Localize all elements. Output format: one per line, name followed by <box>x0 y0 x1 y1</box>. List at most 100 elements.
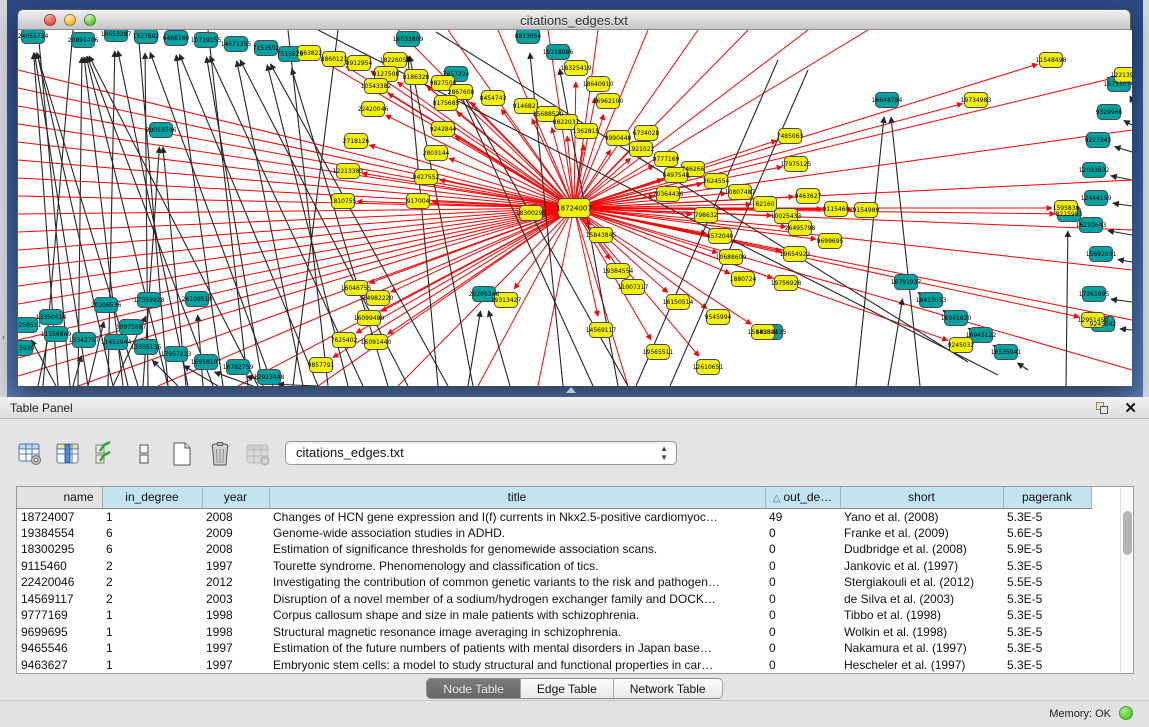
cell[interactable]: 5.3E-5 <box>1003 624 1091 641</box>
table-row[interactable]: 1830029562008Estimation of significance … <box>17 541 1091 558</box>
cell[interactable]: 5.3E-5 <box>1003 558 1091 575</box>
window-titlebar[interactable]: citations_edges.txt <box>18 10 1130 30</box>
cell[interactable]: Yano et al. (2008) <box>840 508 1003 525</box>
cell[interactable]: 0 <box>765 525 840 542</box>
cell[interactable]: 1 <box>102 640 202 657</box>
delete-table-trash-icon[interactable] <box>206 440 234 468</box>
cell[interactable]: Jankovic et al. (1997) <box>840 558 1003 575</box>
table-selector-dropdown[interactable]: citations_edges.txt ▲▼ <box>285 441 677 465</box>
cell[interactable]: 9465546 <box>17 640 102 657</box>
row-height-icon[interactable] <box>130 440 158 468</box>
select-rows-icon[interactable] <box>92 440 120 468</box>
cell[interactable]: Hescheler et al. (1997) <box>840 657 1003 674</box>
cell[interactable]: 2012 <box>202 574 269 591</box>
column-header-out_de[interactable]: △out_de… <box>765 487 840 508</box>
cell[interactable]: 5.6E-5 <box>1003 525 1091 542</box>
tab-network-table[interactable]: Network Table <box>614 678 723 699</box>
cell[interactable]: 1 <box>102 508 202 525</box>
cell[interactable]: 2008 <box>202 508 269 525</box>
cell[interactable]: 1997 <box>202 558 269 575</box>
column-header-year[interactable]: year <box>202 487 269 508</box>
cell[interactable]: 5.5E-5 <box>1003 574 1091 591</box>
table-panel-header[interactable]: Table Panel ✕ <box>0 397 1149 419</box>
cell[interactable]: 9777169 <box>17 607 102 624</box>
cell[interactable]: 6 <box>102 525 202 542</box>
cell[interactable]: 1997 <box>202 657 269 674</box>
table-row[interactable]: 1938455462009Genome-wide association stu… <box>17 525 1091 542</box>
cell[interactable]: Corpus callosum shape and size in male p… <box>269 607 765 624</box>
cell[interactable]: 1998 <box>202 624 269 641</box>
cell[interactable]: 9463627 <box>17 657 102 674</box>
cell[interactable]: Disruption of a novel member of a sodium… <box>269 591 765 608</box>
cell[interactable]: 2003 <box>202 591 269 608</box>
cell[interactable]: Dudbridge et al. (2008) <box>840 541 1003 558</box>
cell[interactable]: 2008 <box>202 541 269 558</box>
table-scrollbar-thumb[interactable] <box>1123 511 1132 555</box>
cell[interactable]: 1 <box>102 607 202 624</box>
cell[interactable]: 2 <box>102 574 202 591</box>
memory-ok-indicator[interactable] <box>1119 706 1133 720</box>
table-row[interactable]: 2242004622012Investigating the contribut… <box>17 574 1091 591</box>
citation-network-graph[interactable]: 2405572420891406106532871527602646616010… <box>18 30 1132 386</box>
new-table-icon[interactable] <box>168 440 196 468</box>
select-column-icon[interactable] <box>54 440 82 468</box>
tab-edge-table[interactable]: Edge Table <box>521 678 614 699</box>
table-row[interactable]: 946362711997Embryonic stem cells: a mode… <box>17 657 1091 674</box>
cell[interactable]: 0 <box>765 624 840 641</box>
table-row[interactable]: 946554611997Estimation of the future num… <box>17 640 1091 657</box>
cell[interactable]: 2 <box>102 591 202 608</box>
cell[interactable]: 6 <box>102 541 202 558</box>
cell[interactable]: Investigating the contribution of common… <box>269 574 765 591</box>
cell[interactable]: Nakamura et al. (1997) <box>840 640 1003 657</box>
cell[interactable]: 22420046 <box>17 574 102 591</box>
cell[interactable]: de Silva et al. (2003) <box>840 591 1003 608</box>
table-row[interactable]: 1456911722003Disruption of a novel membe… <box>17 591 1091 608</box>
cell[interactable]: 1997 <box>202 640 269 657</box>
table-row[interactable]: 911546021997Tourette syndrome. Phenomeno… <box>17 558 1091 575</box>
cell[interactable]: 2 <box>102 558 202 575</box>
cell[interactable]: 5.3E-5 <box>1003 508 1091 525</box>
table-row[interactable]: 977716911998Corpus callosum shape and si… <box>17 607 1091 624</box>
network-view-window[interactable]: citations_edges.txt 24055724208914061065… <box>17 9 1131 385</box>
panel-collapse-grip[interactable]: ‹ <box>0 330 7 344</box>
network-canvas[interactable]: 2405572420891406106532871527602646616010… <box>18 30 1132 386</box>
cell[interactable]: 0 <box>765 574 840 591</box>
cell[interactable]: 5.9E-5 <box>1003 541 1091 558</box>
column-header-pagerank[interactable]: pagerank <box>1003 487 1091 508</box>
cell[interactable]: Tibbo et al. (1998) <box>840 607 1003 624</box>
cell[interactable]: 5.3E-5 <box>1003 591 1091 608</box>
cell[interactable]: 1 <box>102 657 202 674</box>
cell[interactable]: Estimation of the future numbers of pati… <box>269 640 765 657</box>
cell[interactable]: 5.3E-5 <box>1003 640 1091 657</box>
node-table[interactable]: namein_degreeyeartitle△out_de…shortpager… <box>16 486 1134 674</box>
cell[interactable]: 9115460 <box>17 558 102 575</box>
cell[interactable]: 9699695 <box>17 624 102 641</box>
cell[interactable]: Franke et al. (2009) <box>840 525 1003 542</box>
splitter-grip[interactable] <box>566 387 576 393</box>
tab-node-table[interactable]: Node Table <box>426 678 521 699</box>
cell[interactable]: Wolkin et al. (1998) <box>840 624 1003 641</box>
column-header-title[interactable]: title <box>269 487 765 508</box>
cell[interactable]: 19384554 <box>17 525 102 542</box>
cell[interactable]: 0 <box>765 657 840 674</box>
close-panel-icon[interactable]: ✕ <box>1124 399 1137 417</box>
cell[interactable]: 1998 <box>202 607 269 624</box>
cell[interactable]: Changes of HCN gene expression and I(f) … <box>269 508 765 525</box>
cell[interactable]: 0 <box>765 640 840 657</box>
column-header-short[interactable]: short <box>840 487 1003 508</box>
cell[interactable]: 5.3E-5 <box>1003 657 1091 674</box>
cell[interactable]: 5.3E-5 <box>1003 607 1091 624</box>
table-row[interactable]: 1872400712008Changes of HCN gene express… <box>17 508 1091 525</box>
cell[interactable]: 0 <box>765 541 840 558</box>
table-row[interactable]: 969969511998Structural magnetic resonanc… <box>17 624 1091 641</box>
table-settings-icon[interactable] <box>16 440 44 468</box>
cell[interactable]: Tourette syndrome. Phenomenology and cla… <box>269 558 765 575</box>
cell[interactable]: 49 <box>765 508 840 525</box>
cell[interactable]: 14569117 <box>17 591 102 608</box>
cell[interactable]: Structural magnetic resonance image aver… <box>269 624 765 641</box>
table-scrollbar[interactable] <box>1120 487 1133 673</box>
column-header-name[interactable]: name <box>17 487 102 508</box>
cell[interactable]: 0 <box>765 607 840 624</box>
cell[interactable]: 2009 <box>202 525 269 542</box>
cell[interactable]: Embryonic stem cells: a model to study s… <box>269 657 765 674</box>
